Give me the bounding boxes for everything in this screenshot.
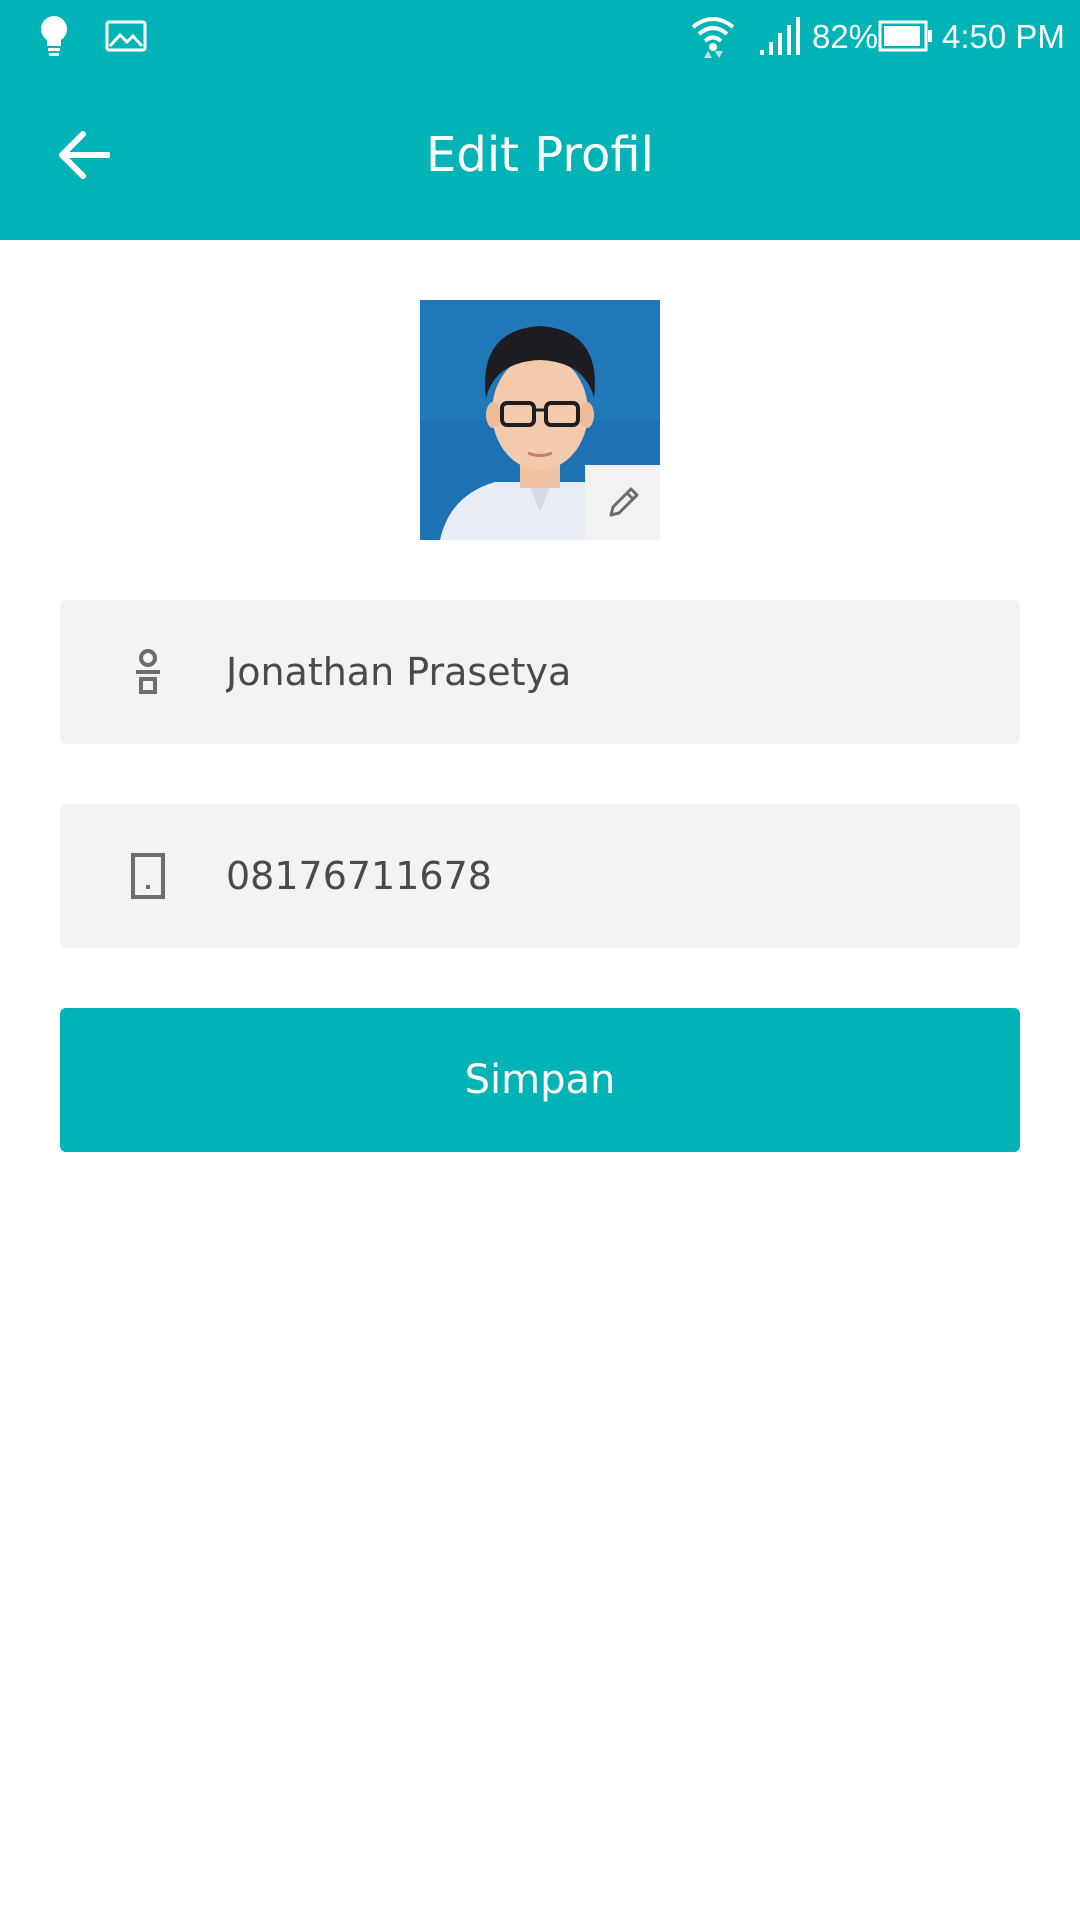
status-bar: 82% 4:50 PM [0,0,1080,74]
back-button[interactable] [40,110,130,200]
arrow-left-icon [59,131,110,179]
signal-icon [760,17,800,55]
wifi-icon [691,17,735,58]
page-title: Edit Profil [426,127,654,183]
phone-field[interactable] [60,804,1020,948]
save-button[interactable]: Simpan [60,1008,1020,1152]
phone-input[interactable] [226,846,986,906]
pencil-icon [609,487,639,517]
name-field[interactable] [60,600,1020,744]
clock: 4:50 PM [942,18,1065,55]
lightbulb-icon [41,16,67,56]
phone-icon [131,853,165,899]
edit-photo-button[interactable] [585,465,660,540]
app-bar: 82% 4:50 PM Edit Profil [0,0,1080,240]
battery-percent: 82% [812,18,879,55]
name-input[interactable] [226,642,986,702]
image-icon [105,20,147,52]
battery-icon [878,20,932,52]
person-icon [136,649,160,694]
